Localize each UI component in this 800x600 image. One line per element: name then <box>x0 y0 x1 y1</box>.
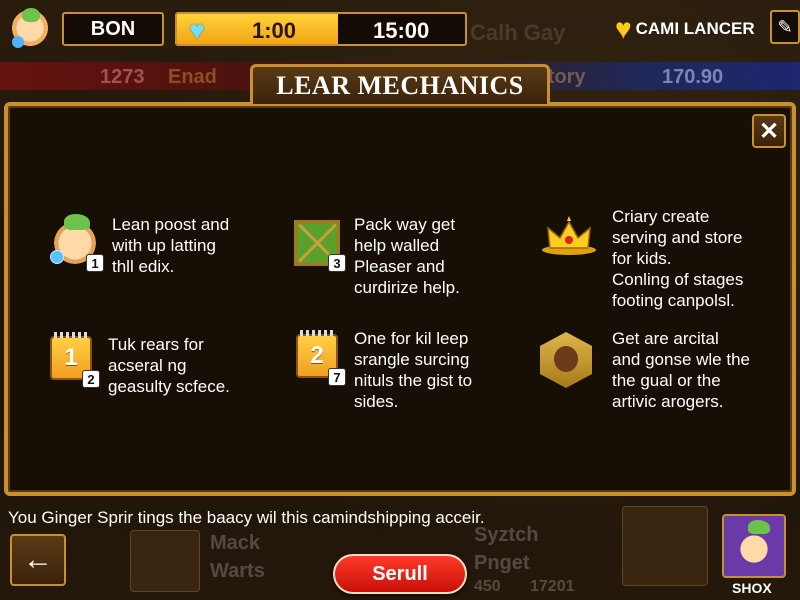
background-label: Mack <box>210 532 261 554</box>
background-score: 450 <box>474 578 501 595</box>
tip-item: Criary create serving and store for kids… <box>540 206 743 311</box>
background-label: Syztch <box>474 524 539 546</box>
crown-icon <box>540 206 602 264</box>
background-left-label: Enad <box>168 66 217 88</box>
heart-icon: ♥ <box>189 15 205 45</box>
tip-text: Get are arcital and gonse wle the the gu… <box>612 329 750 411</box>
timer-current: 1:00 <box>252 18 297 43</box>
player2-name: CAMI LANCER <box>635 19 755 38</box>
player1-avatar[interactable] <box>10 8 50 50</box>
background-right-score: 170.90 <box>662 66 724 88</box>
close-icon: ✕ <box>758 117 780 145</box>
tip-text: Pack way get help walled Pleaser and cur… <box>354 215 460 297</box>
background-label: Warts <box>210 560 265 582</box>
pencil-icon: ✎ <box>777 16 793 37</box>
background-label: Pnget <box>474 552 530 574</box>
mechanics-modal: ✕ 1 Lean poost and with up latting thll … <box>4 102 796 496</box>
tip-item: Get are arcital and gonse wle the the gu… <box>540 328 750 412</box>
player1-name: BON <box>62 12 164 46</box>
tip-badge: 7 <box>328 368 346 386</box>
tip-text: Criary create serving and store for kids… <box>612 207 744 310</box>
timer-total: 15:00 <box>373 18 430 43</box>
back-button[interactable]: ← <box>10 534 66 586</box>
shop-label: SHOX <box>732 580 772 596</box>
arrow-left-icon: ← <box>23 543 53 576</box>
shop-button[interactable] <box>722 514 786 578</box>
tip-item: 1 Lean poost and with up latting thll ed… <box>50 214 229 277</box>
tip-badge: 3 <box>328 254 346 272</box>
tip-badge: 1 <box>86 254 104 272</box>
timer-bar: ♥ 1:00 15:00 <box>175 12 467 46</box>
tip-text: Tuk rears for acseral ng geasulty scfece… <box>108 335 230 396</box>
primary-action-button[interactable]: Serull <box>333 554 467 594</box>
character-icon: 1 <box>50 214 104 272</box>
tip-badge: 2 <box>82 370 100 388</box>
crown-shape <box>542 216 596 255</box>
close-button[interactable]: ✕ <box>752 114 786 148</box>
board-icon: 3 <box>292 214 346 272</box>
background-left-score: 1273 <box>100 66 145 88</box>
hex-character-icon <box>540 328 602 388</box>
modal-title: LEAR MECHANICS <box>276 70 524 100</box>
tip-item: 2 7 One for kil leep srangle surcing nit… <box>292 328 472 412</box>
tip-text: One for kil leep srangle surcing nituls … <box>354 329 473 411</box>
player2-info: ♥ CAMI LANCER <box>615 14 755 44</box>
calendar-icon: 1 2 <box>46 330 100 388</box>
background-score: 17201 <box>530 578 575 595</box>
background-card <box>130 530 200 592</box>
calendar-icon: 2 7 <box>292 328 346 386</box>
hint-message: You Ginger Sprir tings the baacy wil thi… <box>8 508 485 527</box>
modal-title-tab: LEAR MECHANICS <box>250 64 550 104</box>
edit-button[interactable]: ✎ <box>770 10 800 44</box>
gold-heart-icon: ♥ <box>615 13 632 44</box>
tip-item: 1 2 Tuk rears for acseral ng geasulty sc… <box>46 330 230 397</box>
tip-item: 3 Pack way get help walled Pleaser and c… <box>292 214 460 298</box>
top-hud: BON ♥ 1:00 15:00 ♥ CAMI LANCER <box>0 8 800 50</box>
tip-text: Lean poost and with up latting thll edix… <box>112 215 230 276</box>
background-card <box>622 506 708 586</box>
